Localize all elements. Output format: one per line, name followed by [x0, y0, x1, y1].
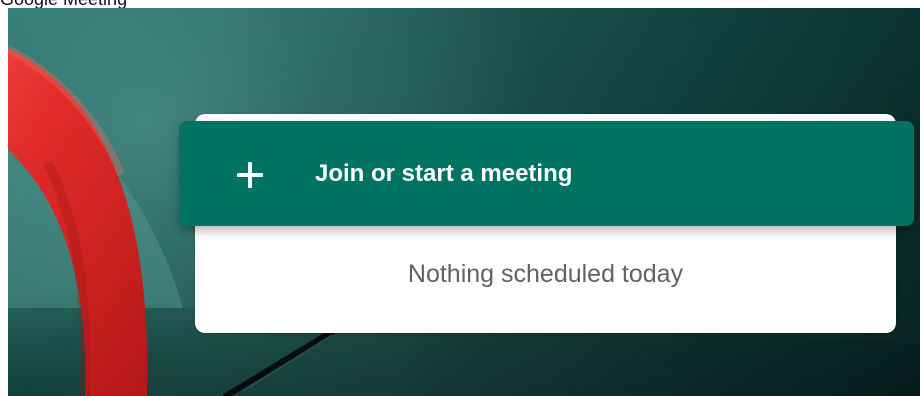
join-button-label: Join or start a meeting	[315, 160, 573, 187]
join-or-start-meeting-button[interactable]: Join or start a meeting	[179, 121, 914, 226]
empty-schedule-text: Nothing scheduled today	[407, 260, 684, 288]
top-caption-strip: Google Meeting	[0, 0, 920, 9]
plus-icon	[237, 162, 263, 188]
